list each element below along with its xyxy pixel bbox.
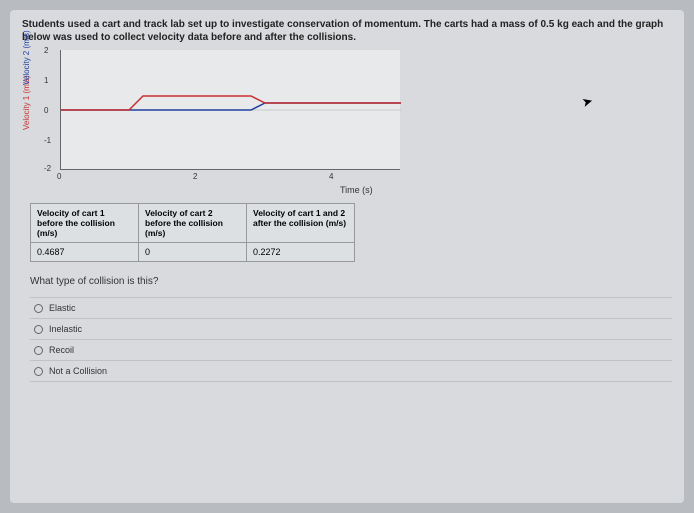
radio-icon [34, 346, 43, 355]
xtick: 0 [57, 172, 61, 181]
velocity-chart: Velocity 1 (m/s) Velocity 2 (m/s) 2 1 0 … [30, 50, 430, 195]
ytick: -2 [44, 164, 51, 173]
y-axis-label-2: Velocity 2 (m/s) [22, 30, 31, 85]
table-cell: 0 [139, 243, 247, 262]
radio-icon [34, 367, 43, 376]
ytick: -1 [44, 136, 51, 145]
table-header: Velocity of cart 2 before the collision … [139, 204, 247, 243]
option-label: Not a Collision [49, 366, 107, 376]
ytick: 2 [44, 46, 48, 55]
radio-icon [34, 304, 43, 313]
option-elastic[interactable]: Elastic [30, 297, 672, 318]
data-table: Velocity of cart 1 before the collision … [30, 203, 355, 262]
ytick: 0 [44, 106, 48, 115]
option-inelastic[interactable]: Inelastic [30, 318, 672, 339]
table-header: Velocity of cart 1 before the collision … [31, 204, 139, 243]
xtick: 2 [193, 172, 197, 181]
table-cell: 0.4687 [31, 243, 139, 262]
option-label: Elastic [49, 303, 76, 313]
table-header: Velocity of cart 1 and 2 after the colli… [247, 204, 355, 243]
option-label: Inelastic [49, 324, 82, 334]
answer-options: Elastic Inelastic Recoil Not a Collision [30, 297, 672, 382]
table-cell: 0.2272 [247, 243, 355, 262]
sub-question: What type of collision is this? [30, 276, 672, 287]
ytick: 1 [44, 76, 48, 85]
xtick: 4 [329, 172, 333, 181]
x-axis-label: Time (s) [340, 185, 373, 195]
option-recoil[interactable]: Recoil [30, 339, 672, 360]
option-not-collision[interactable]: Not a Collision [30, 360, 672, 382]
option-label: Recoil [49, 345, 74, 355]
question-prompt: Students used a cart and track lab set u… [22, 18, 672, 44]
plot-area [60, 50, 400, 170]
radio-icon [34, 325, 43, 334]
